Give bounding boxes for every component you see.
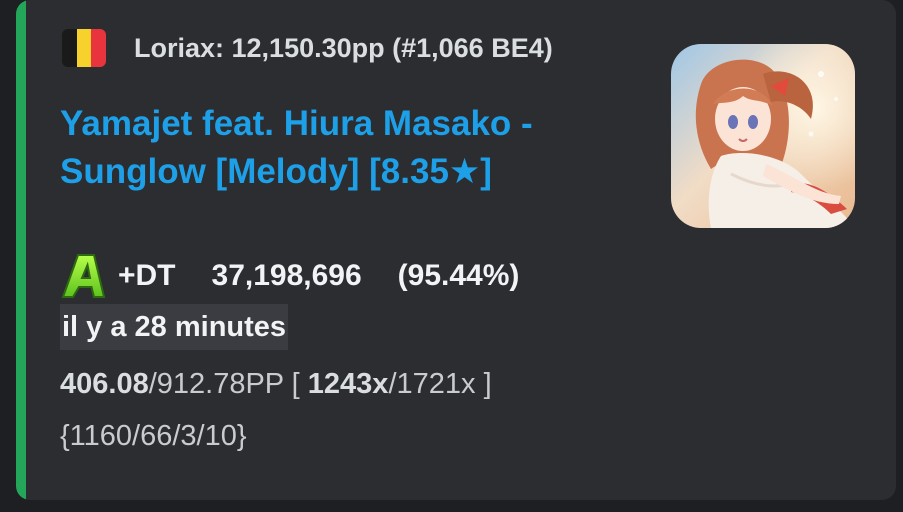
anime-girl-cover-art-icon [671,44,855,228]
pp-and-combo: 406.08/912.78PP [ 1243x/1721x ] [60,362,492,406]
author-name[interactable]: Loriax: 12,150.30pp (#1,066 BE4) [134,33,553,64]
score-value: 37,198,696 [211,259,362,292]
pp-max: /912.78PP [ [148,368,308,400]
beatmap-title-link[interactable]: Yamajet feat. Hiura Masako - Sunglow [Me… [60,100,620,196]
accuracy: (95.44%) [397,259,520,292]
beatmap-title-line2[interactable]: Sunglow [Melody] [8.35★] [60,152,492,191]
beatmap-title-line1[interactable]: Yamajet feat. Hiura Masako - [60,104,533,143]
hit-counts: {1160/66/3/10} [60,420,247,452]
mods: +DT [118,259,176,292]
rank-a-icon [61,254,106,298]
timestamp: il y a 28 minutes [60,304,289,350]
score-summary: +DT 37,198,696 (95.44%) [60,250,519,302]
embed-accent-bar [16,0,26,500]
pp-current: 406.08 [60,368,149,400]
beatmap-thumbnail[interactable] [671,44,855,228]
combo-max: /1721x ] [388,368,492,400]
combo-current: 1243x [307,368,389,400]
score-embed: Loriax: 12,150.30pp (#1,066 BE4) Yamajet… [16,0,896,500]
embed-author: Loriax: 12,150.30pp (#1,066 BE4) [62,26,553,70]
belgium-flag-icon [62,29,106,67]
